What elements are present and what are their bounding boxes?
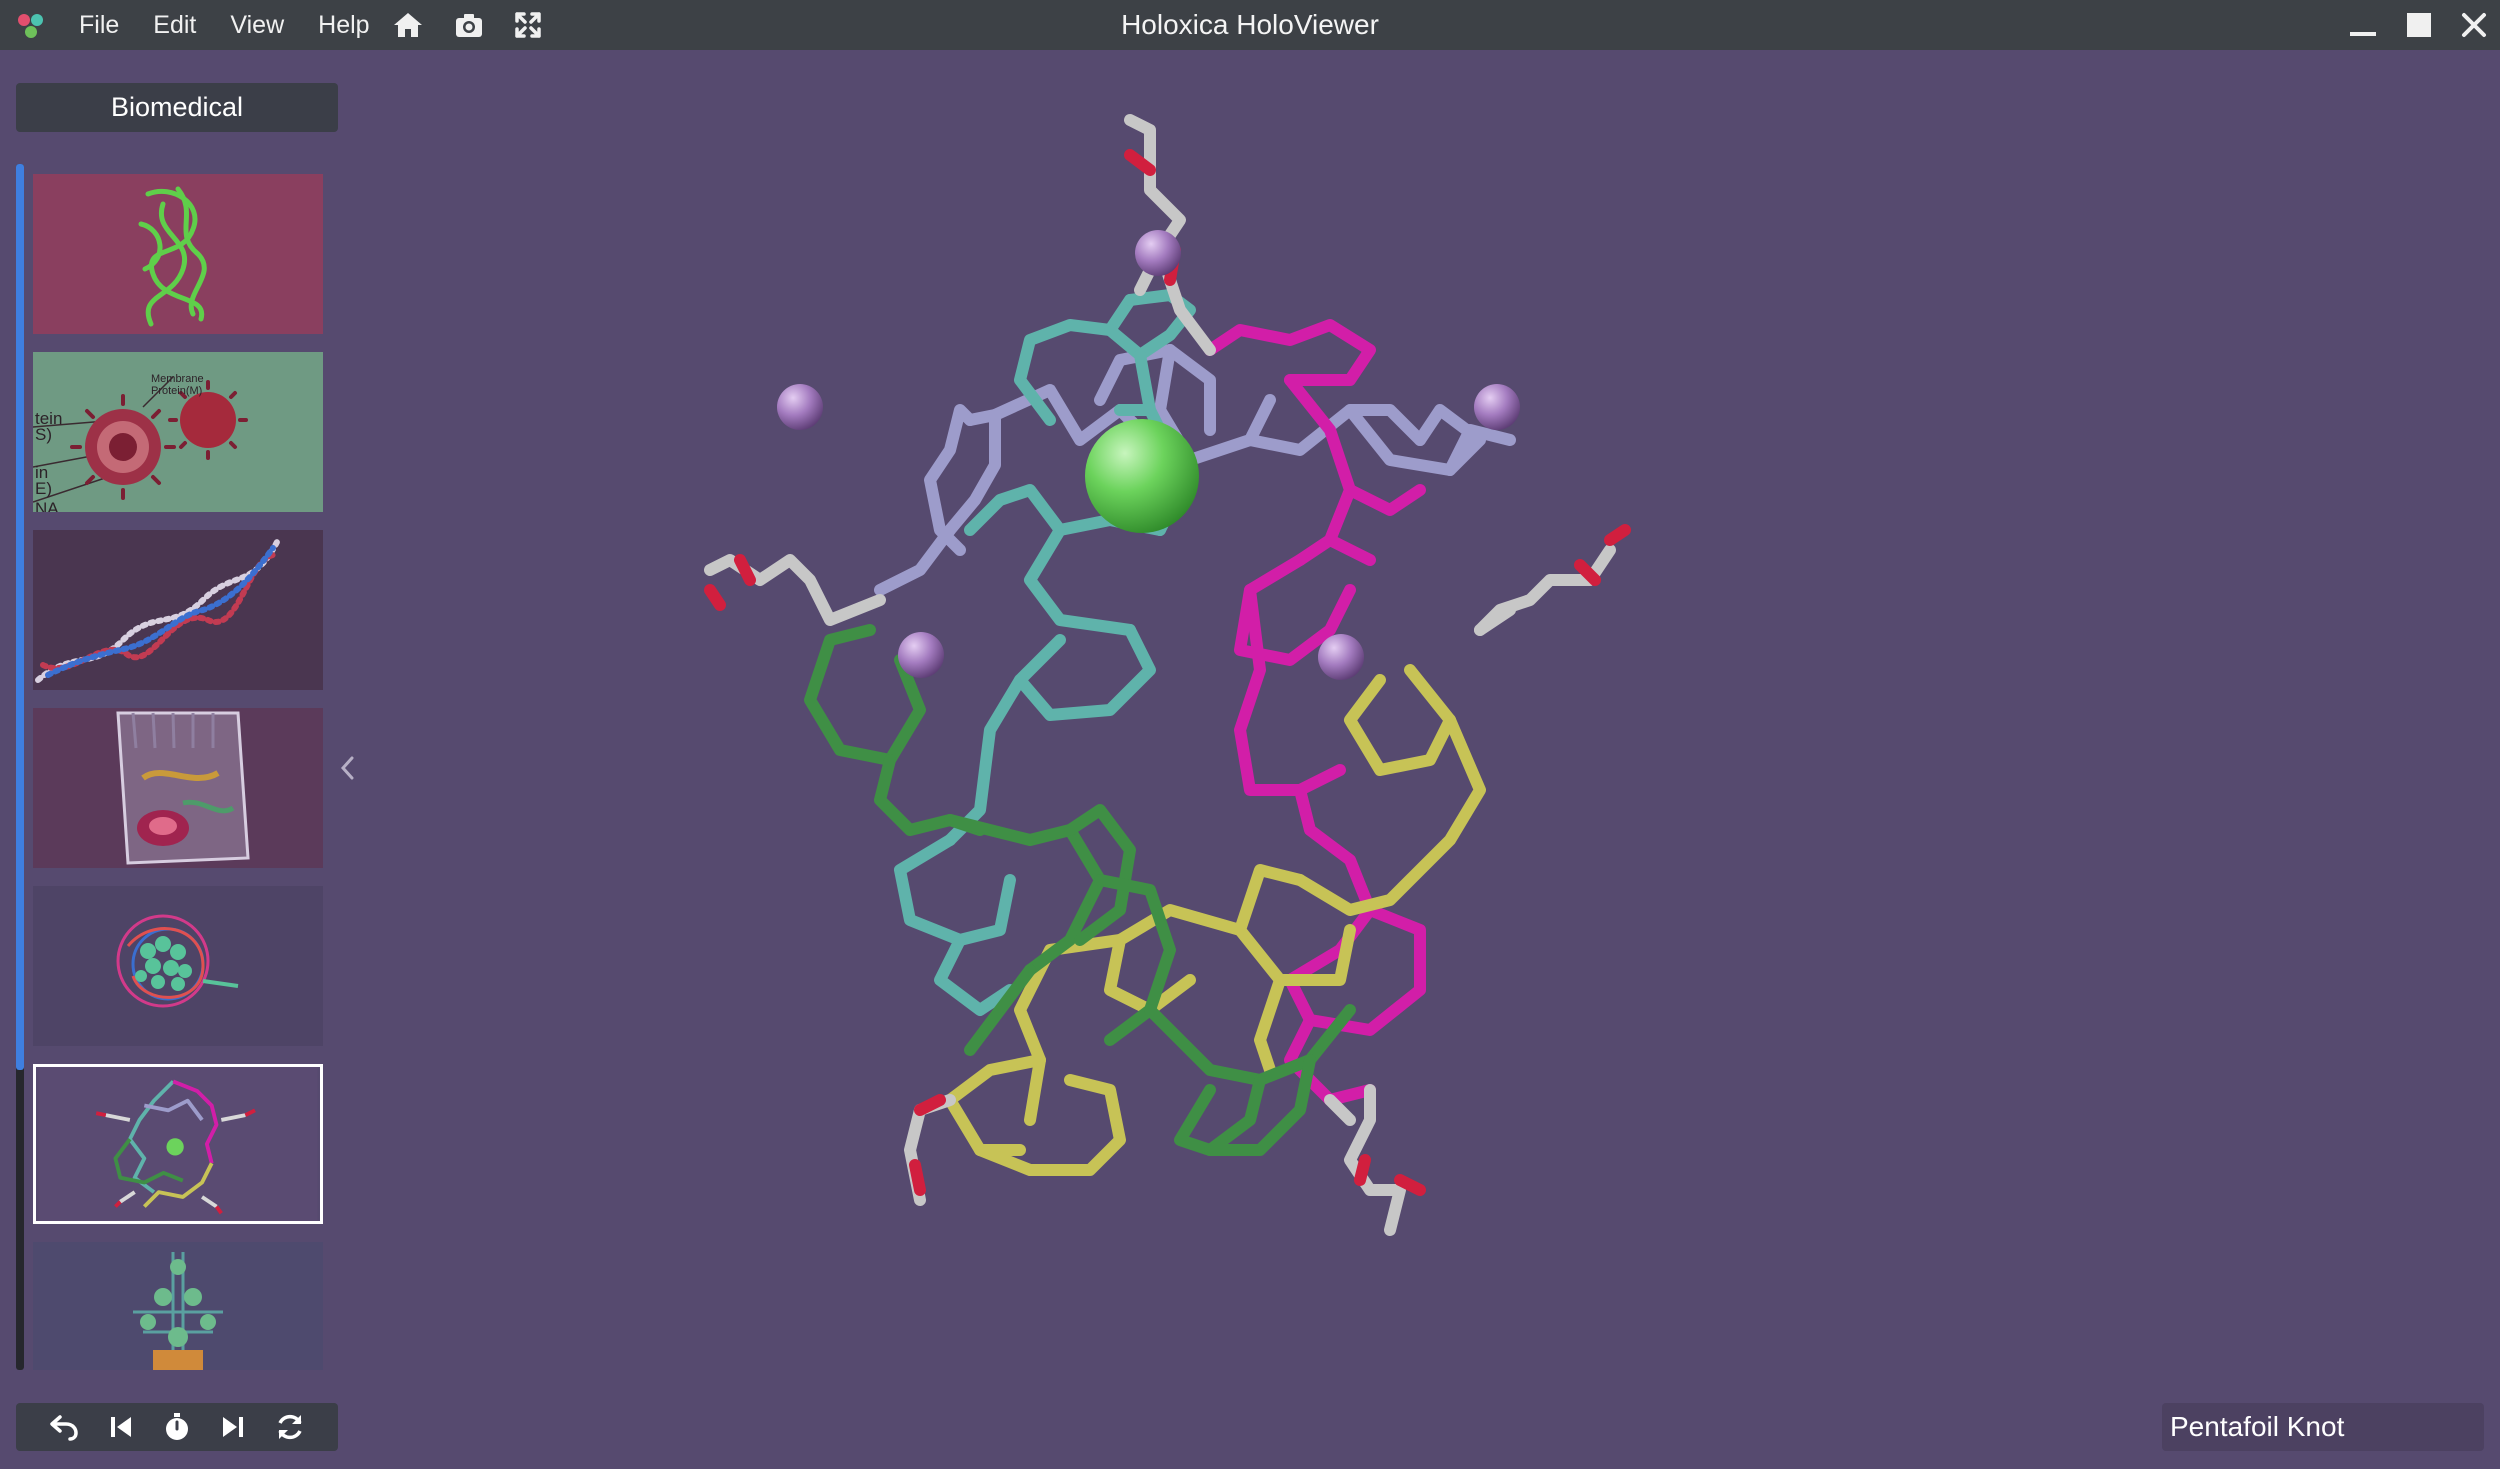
- thumbnail-tree-structure[interactable]: [33, 1242, 323, 1370]
- playback-toolbar: [16, 1403, 338, 1451]
- thumbnail-cell-model[interactable]: [33, 708, 323, 868]
- pentafoil-knot-preview: [38, 1067, 318, 1221]
- protein-globule-preview: [33, 886, 323, 1046]
- thumbnail-dna-helix[interactable]: [33, 530, 323, 690]
- grey-chains: [704, 114, 1616, 1236]
- thumbnail-pentafoil-knot[interactable]: [33, 1064, 323, 1224]
- maximize-icon[interactable]: [2404, 10, 2434, 40]
- fullscreen-icon[interactable]: [512, 9, 544, 41]
- metal-ion-bottom-right: [1318, 634, 1364, 680]
- title-bar: File Edit View Help Holoxica HoloViewer: [0, 0, 2500, 50]
- green-protein-preview: [33, 174, 323, 334]
- scrollbar-thumb[interactable]: [16, 164, 24, 1070]
- minimize-icon[interactable]: [2348, 10, 2378, 40]
- next-icon[interactable]: [217, 1411, 249, 1443]
- thumbnail-green-protein[interactable]: [33, 174, 323, 334]
- menu-file[interactable]: File: [62, 0, 136, 50]
- collapse-sidebar-icon[interactable]: [336, 752, 360, 784]
- metal-ion-left: [777, 384, 823, 430]
- refresh-icon[interactable]: [274, 1411, 306, 1443]
- tree-structure-preview: [33, 1242, 323, 1370]
- molecule-viewport[interactable]: [650, 110, 1930, 1320]
- category-button[interactable]: Biomedical: [16, 83, 338, 132]
- chloride-ion: [1085, 419, 1199, 533]
- thumbnail-protein-globule[interactable]: [33, 886, 323, 1046]
- virus-diagram-preview: Membrane Protein(M) tein S) in E) NA: [33, 352, 323, 512]
- menu-edit[interactable]: Edit: [136, 0, 213, 50]
- virus-label-na: NA: [35, 499, 59, 512]
- cell-model-preview: [33, 708, 323, 868]
- virus-label-e: E): [35, 479, 52, 498]
- metal-ion-right: [1474, 384, 1520, 430]
- close-icon[interactable]: [2459, 10, 2489, 40]
- dna-helix-preview: [33, 530, 323, 690]
- metal-ion-bottom-left: [898, 632, 944, 678]
- undo-icon[interactable]: [48, 1411, 80, 1443]
- virus-label-s: S): [35, 425, 52, 444]
- camera-icon[interactable]: [453, 9, 485, 41]
- virus-label-protein-m: Protein(M): [151, 385, 202, 397]
- model-name-label: Pentafoil Knot: [2162, 1403, 2484, 1451]
- timer-icon[interactable]: [161, 1411, 193, 1443]
- virus-label-membrane: Membrane: [151, 373, 204, 385]
- menu-bar: File Edit View Help: [62, 0, 387, 50]
- menu-help[interactable]: Help: [301, 0, 386, 50]
- previous-icon[interactable]: [105, 1411, 137, 1443]
- menu-view[interactable]: View: [213, 0, 301, 50]
- thumbnail-virus-diagram[interactable]: Membrane Protein(M) tein S) in E) NA: [33, 352, 323, 512]
- app-logo-icon: [18, 14, 43, 38]
- home-icon[interactable]: [392, 9, 424, 41]
- metal-ion-top: [1135, 230, 1181, 276]
